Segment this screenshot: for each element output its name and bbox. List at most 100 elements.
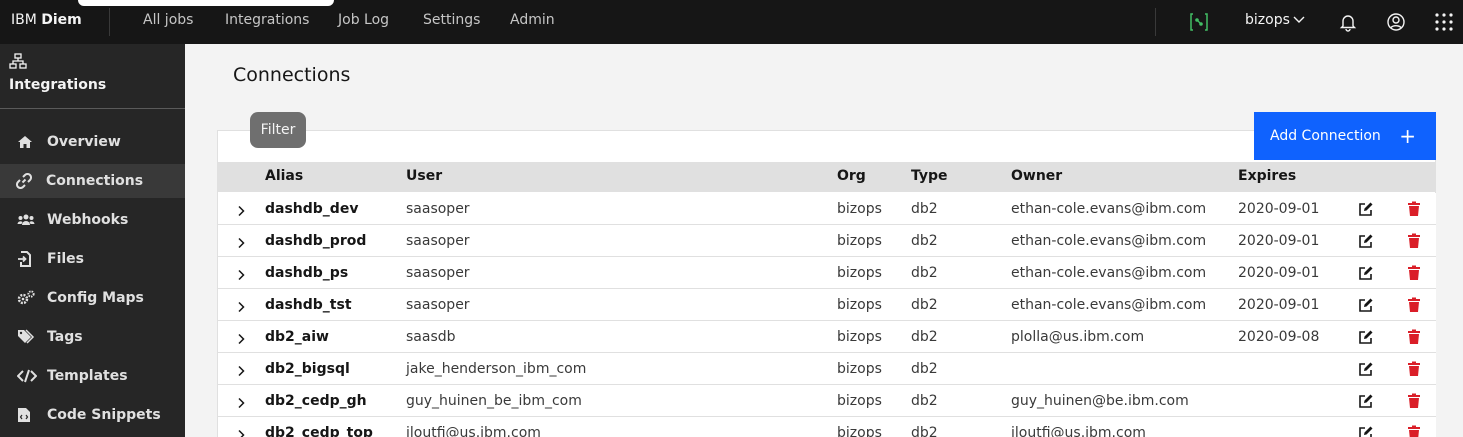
chevron-right-icon[interactable]: [235, 426, 247, 437]
edit-icon[interactable]: [1358, 233, 1374, 253]
brand-name: Diem: [41, 12, 82, 28]
sidebar-item-tags[interactable]: Tags: [0, 320, 185, 354]
delete-icon[interactable]: [1407, 425, 1421, 437]
sidebar-item-code-snippets[interactable]: Code Snippets: [0, 398, 185, 432]
delete-icon[interactable]: [1407, 329, 1421, 349]
cell-user: guy_huinen_be_ibm_com: [406, 393, 582, 409]
sidebar-item-label: Templates: [47, 368, 128, 384]
cell-org: bizops: [837, 297, 882, 313]
sidebar-item-label: Overview: [47, 134, 121, 150]
delete-icon[interactable]: [1407, 361, 1421, 381]
edit-icon[interactable]: [1358, 393, 1374, 413]
sidebar-item-files[interactable]: Files: [0, 242, 185, 276]
chevron-right-icon[interactable]: [235, 234, 247, 253]
brand-prefix: IBM: [11, 12, 37, 28]
chevron-right-icon[interactable]: [235, 362, 247, 381]
edit-icon[interactable]: [1358, 329, 1374, 349]
delete-icon[interactable]: [1407, 393, 1421, 413]
delete-icon[interactable]: [1407, 297, 1421, 317]
cell-owner: ethan-cole.evans@ibm.com: [1011, 233, 1207, 249]
chevron-right-icon[interactable]: [235, 394, 247, 413]
cell-expires: 2020-09-08: [1238, 329, 1320, 345]
cell-user: iloutfi@us.ibm.com: [406, 425, 541, 437]
chevron-down-icon[interactable]: [1292, 12, 1306, 31]
cell-type: db2: [911, 233, 938, 249]
column-header-type[interactable]: Type: [911, 168, 948, 184]
cell-org: bizops: [837, 393, 882, 409]
nav-integrations[interactable]: Integrations: [225, 12, 309, 28]
sidebar-item-templates[interactable]: Templates: [0, 359, 185, 393]
sidebar-item-webhooks[interactable]: Webhooks: [0, 203, 185, 237]
column-header-alias[interactable]: Alias: [265, 168, 303, 184]
nav-settings[interactable]: Settings: [423, 12, 480, 28]
notification-bell-icon[interactable]: [1334, 8, 1362, 36]
app-switcher-icon[interactable]: [1430, 8, 1458, 36]
cell-owner: ethan-cole.evans@ibm.com: [1011, 201, 1207, 217]
nav-job-log[interactable]: Job Log: [338, 12, 389, 28]
cell-alias: dashdb_dev: [265, 201, 359, 217]
table-row[interactable]: dashdb_dev saasoper bizops db2 ethan-col…: [218, 193, 1436, 225]
cell-expires: 2020-09-01: [1238, 297, 1320, 313]
cell-alias: db2_bigsql: [265, 361, 350, 377]
chevron-right-icon[interactable]: [235, 266, 247, 285]
table-row[interactable]: dashdb_ps saasoper bizops db2 ethan-cole…: [218, 257, 1436, 289]
cell-user: saasdb: [406, 329, 456, 345]
column-header-org[interactable]: Org: [837, 168, 866, 184]
table-row[interactable]: db2_bigsql jake_henderson_ibm_com bizops…: [218, 353, 1436, 385]
column-header-expires[interactable]: Expires: [1238, 168, 1296, 184]
delete-icon[interactable]: [1407, 233, 1421, 253]
org-selector[interactable]: bizops: [1245, 12, 1290, 28]
cell-owner: plolla@us.ibm.com: [1011, 329, 1145, 345]
delete-icon[interactable]: [1407, 265, 1421, 285]
cell-org: bizops: [837, 425, 882, 437]
file-import-icon: [17, 251, 39, 267]
table-row[interactable]: db2_cedp_top iloutfi@us.ibm.com bizops d…: [218, 417, 1436, 437]
cell-owner: ethan-cole.evans@ibm.com: [1011, 297, 1207, 313]
column-header-user[interactable]: User: [406, 168, 442, 184]
user-profile-icon[interactable]: [1382, 8, 1410, 36]
cell-expires: 2020-09-01: [1238, 265, 1320, 281]
brand-divider: [109, 8, 110, 36]
column-header-owner[interactable]: Owner: [1011, 168, 1062, 184]
sidebar: Integrations Overview Connections Webhoo…: [0, 44, 185, 437]
cell-type: db2: [911, 265, 938, 281]
tags-icon: [17, 329, 39, 345]
link-icon: [16, 173, 38, 189]
table-row[interactable]: dashdb_tst saasoper bizops db2 ethan-col…: [218, 289, 1436, 321]
cell-user: saasoper: [406, 265, 470, 281]
edit-icon[interactable]: [1358, 265, 1374, 285]
cell-alias: dashdb_prod: [265, 233, 367, 249]
sidebar-item-overview[interactable]: Overview: [0, 125, 185, 159]
edit-icon[interactable]: [1358, 297, 1374, 317]
add-connection-label: Add Connection: [1270, 128, 1381, 144]
nav-all-jobs[interactable]: All jobs: [143, 12, 193, 28]
chevron-right-icon[interactable]: [235, 202, 247, 221]
cell-org: bizops: [837, 265, 882, 281]
cell-owner: iloutfi@us.ibm.com: [1011, 425, 1146, 437]
cell-alias: db2_aiw: [265, 329, 329, 345]
table-row[interactable]: db2_aiw saasdb bizops db2 plolla@us.ibm.…: [218, 321, 1436, 353]
chevron-right-icon[interactable]: [235, 330, 247, 349]
cell-owner: guy_huinen@be.ibm.com: [1011, 393, 1189, 409]
sidebar-item-config-maps[interactable]: Config Maps: [0, 281, 185, 315]
cell-org: bizops: [837, 329, 882, 345]
delete-icon[interactable]: [1407, 201, 1421, 221]
add-connection-button[interactable]: Add Connection +: [1254, 112, 1436, 160]
plus-icon: +: [1399, 124, 1416, 148]
cell-org: bizops: [837, 361, 882, 377]
edit-icon[interactable]: [1358, 361, 1374, 381]
nav-admin[interactable]: Admin: [510, 12, 555, 28]
cell-alias: db2_cedp_top: [265, 425, 373, 437]
table-row[interactable]: db2_cedp_gh guy_huinen_be_ibm_com bizops…: [218, 385, 1436, 417]
sidebar-item-label: Code Snippets: [47, 407, 161, 423]
terminal-icon[interactable]: [1185, 8, 1213, 36]
edit-icon[interactable]: [1358, 201, 1374, 221]
cell-org: bizops: [837, 233, 882, 249]
sidebar-item-connections[interactable]: Connections: [0, 164, 185, 198]
top-navigation-bar: IBM Diem All jobs Integrations Job Log S…: [0, 0, 1463, 44]
filter-button[interactable]: Filter: [250, 112, 306, 148]
edit-icon[interactable]: [1358, 425, 1374, 437]
brand-logo[interactable]: IBM Diem: [11, 12, 82, 28]
chevron-right-icon[interactable]: [235, 298, 247, 317]
table-row[interactable]: dashdb_prod saasoper bizops db2 ethan-co…: [218, 225, 1436, 257]
